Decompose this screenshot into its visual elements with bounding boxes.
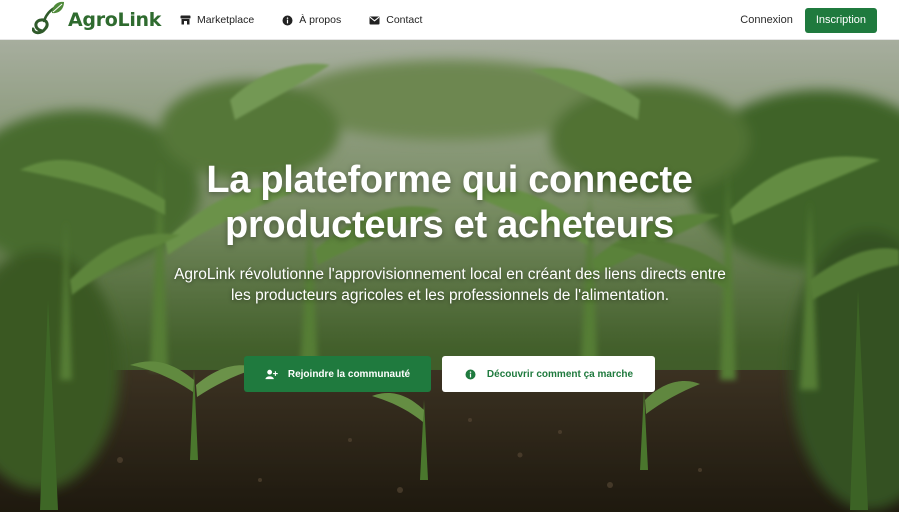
nav-item-about[interactable]: À propos xyxy=(282,14,341,26)
store-icon xyxy=(180,15,191,26)
info-icon xyxy=(282,15,293,26)
hero-subtitle: AgroLink révolutionne l'approvisionnemen… xyxy=(174,266,726,304)
main-nav: Marketplace À propos Contact xyxy=(180,0,450,40)
nav-item-label: Contact xyxy=(386,14,423,26)
envelope-icon xyxy=(369,15,380,26)
top-navbar: AgroLink Marketplace À propos Contact Co… xyxy=(0,0,899,40)
nav-item-marketplace[interactable]: Marketplace xyxy=(180,14,254,26)
nav-item-label: Marketplace xyxy=(197,14,255,26)
hero-title: La plateforme qui connecte producteurs e… xyxy=(0,158,899,248)
discover-how-button[interactable]: Découvrir comment ça marche xyxy=(442,356,655,392)
user-plus-icon xyxy=(265,368,278,381)
nav-item-contact[interactable]: Contact xyxy=(369,14,422,26)
login-link[interactable]: Connexion xyxy=(740,14,793,26)
brand-name: AgroLink xyxy=(68,9,162,31)
nav-item-label: À propos xyxy=(299,14,342,26)
leaf-logo-icon xyxy=(32,1,64,35)
auth-actions: Connexion Inscription xyxy=(740,0,877,40)
hero-title-line-1: La plateforme qui connecte xyxy=(206,159,693,201)
brand-logo[interactable]: AgroLink xyxy=(32,0,161,40)
hero-title-line-2: producteurs et acheteurs xyxy=(225,204,674,246)
join-community-label: Rejoindre la communauté xyxy=(287,368,411,380)
info-circle-icon xyxy=(464,368,477,381)
hero-section: La plateforme qui connecte producteurs e… xyxy=(0,40,899,512)
join-community-button[interactable]: Rejoindre la communauté xyxy=(244,356,431,392)
discover-how-label: Découvrir comment ça marche xyxy=(486,368,634,380)
signup-button[interactable]: Inscription xyxy=(804,7,877,33)
